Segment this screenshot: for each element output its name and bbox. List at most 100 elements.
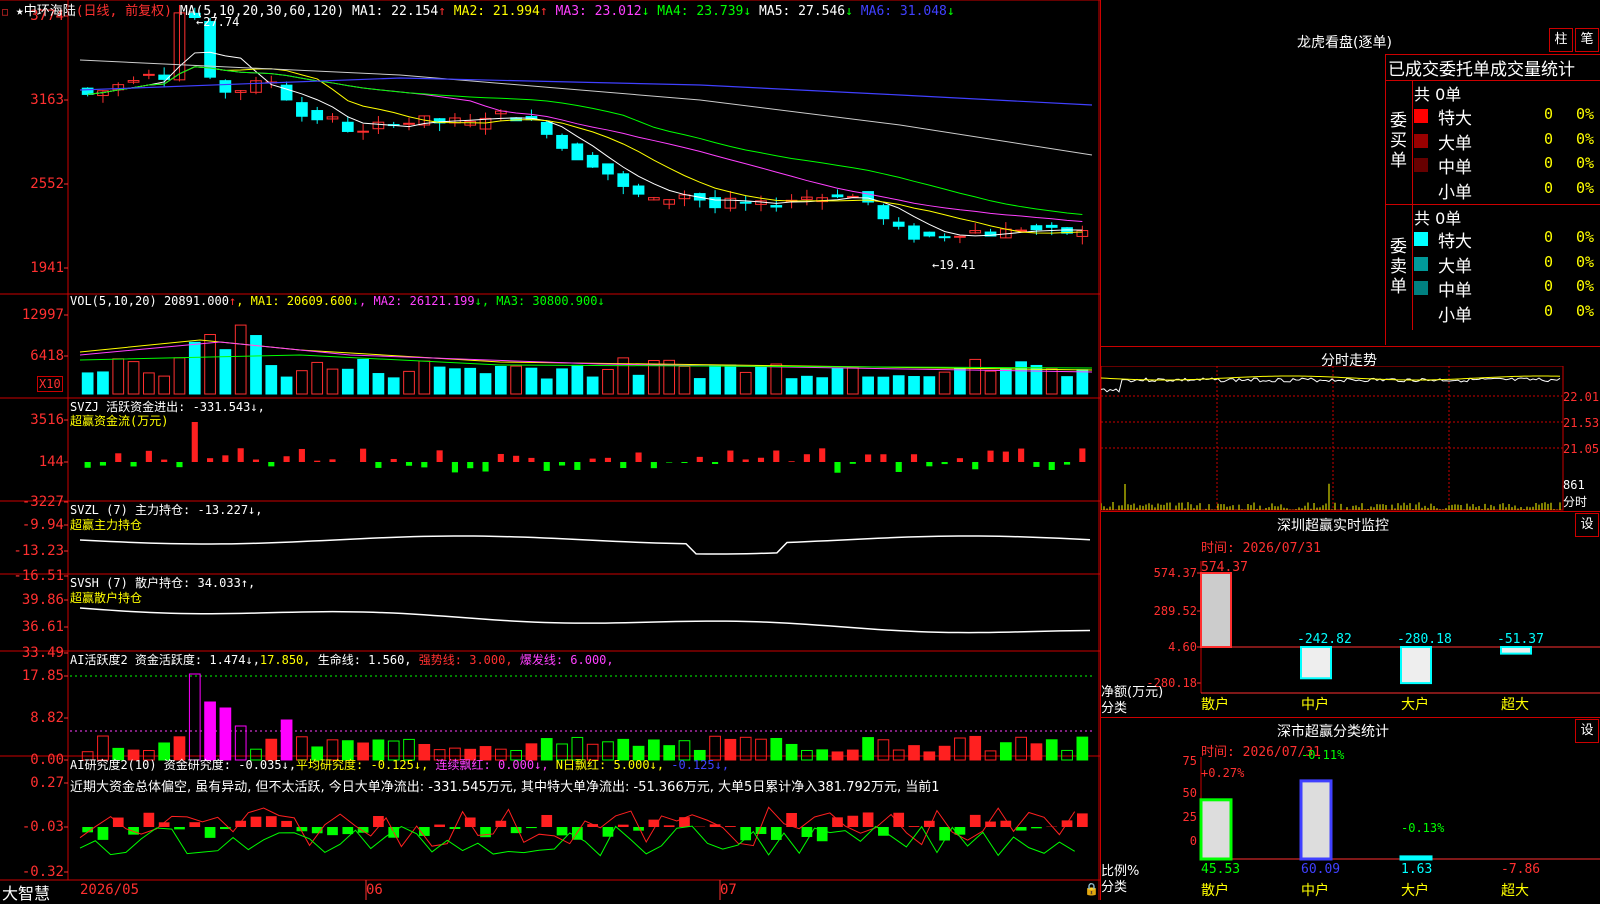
research-bar <box>128 827 139 835</box>
activity-bar <box>847 750 858 760</box>
flow-bar <box>590 459 596 462</box>
stats-chart: 755025045.53散户60.09中户1.63大户-7.86超大+0.27%… <box>1101 717 1600 900</box>
row-count: 0 <box>1544 277 1553 295</box>
stats-bar <box>1201 800 1231 859</box>
activity-bar <box>893 750 904 760</box>
row-name: 小单 <box>1438 178 1472 203</box>
candle-body <box>281 85 292 100</box>
flow-bar <box>421 462 427 467</box>
stats-bottom-label: -7.86 <box>1501 862 1540 877</box>
volume-bar <box>1062 377 1073 394</box>
flow-bar <box>329 459 335 462</box>
candle-body <box>220 81 231 93</box>
research-bar <box>985 822 996 827</box>
y-axis-label: -13.23 <box>13 543 64 559</box>
stats-axis-label: 50 <box>1183 786 1197 800</box>
activity-bar <box>863 738 874 760</box>
flow-bar <box>268 462 274 466</box>
candle-body <box>633 186 644 194</box>
research-bar <box>189 822 200 827</box>
flow-bar <box>1049 462 1055 470</box>
research-bar <box>909 826 920 827</box>
vol-ma-2: , MA2: 26121.199↓ <box>359 294 482 308</box>
y-axis-label: 8.82 <box>30 710 64 726</box>
research-bar <box>970 815 981 827</box>
volume-bar <box>557 369 568 394</box>
research-bar <box>205 827 216 838</box>
monitor-bar <box>1401 647 1431 683</box>
research-bar <box>358 827 369 833</box>
flow-bar <box>620 462 626 468</box>
monitor-axis-label: 4.60 <box>1168 640 1197 654</box>
activity-bar <box>1046 740 1057 760</box>
fenshi-chart[interactable] <box>1101 366 1600 516</box>
bar-mode-button[interactable]: 柱 <box>1549 28 1573 52</box>
order-row-中单: 中单00% <box>1414 153 1600 177</box>
research-bar <box>297 827 308 831</box>
flow-bar <box>651 462 657 468</box>
sell-label: 委卖单 <box>1390 237 1406 297</box>
buy-total: 共 0单 <box>1414 81 1461 105</box>
candle-body <box>955 236 966 237</box>
flow-bar <box>299 449 305 462</box>
research-bar <box>1077 813 1088 827</box>
period-mode[interactable]: (日线, 前复权) <box>76 4 172 19</box>
row-pct: 0% <box>1576 302 1594 320</box>
vol-ma-1: , MA1: 20609.600↓ <box>236 294 359 308</box>
flow-bar <box>452 462 458 472</box>
activity-bar <box>786 744 797 760</box>
volume-bar <box>541 379 552 394</box>
stats-bar <box>1401 857 1431 859</box>
volume-bar <box>450 369 461 394</box>
high-label: ←27.74 <box>196 15 239 29</box>
volume-bar <box>1046 369 1057 394</box>
volume-bar <box>832 368 843 394</box>
volume-bar <box>878 377 889 394</box>
volume-bar <box>434 367 445 394</box>
candle-body <box>618 174 629 187</box>
volume-bar <box>1016 362 1027 394</box>
flow-bar <box>987 451 993 462</box>
date-label-1: 2026/05 <box>80 882 139 898</box>
volume-bar <box>985 371 996 394</box>
flow-bar <box>804 454 810 462</box>
flow-bar <box>666 462 672 463</box>
volume-bar <box>174 358 185 394</box>
volume-bar <box>388 378 399 394</box>
flow-bar <box>605 458 611 462</box>
volume-bar <box>373 374 384 394</box>
tick-mode-button[interactable]: 笔 <box>1575 28 1599 52</box>
flow-bar <box>314 461 320 462</box>
volume-bar <box>939 372 950 394</box>
volume-bar <box>159 376 170 394</box>
fenshi-unit: 分时 <box>1563 493 1587 510</box>
row-count: 0 <box>1544 105 1553 123</box>
lock-icon[interactable]: 🔒 <box>1084 882 1099 896</box>
research-bar <box>541 815 552 827</box>
flow-bar <box>880 454 886 462</box>
flow-bar <box>727 451 733 462</box>
candle-body <box>939 237 950 238</box>
kline-panel[interactable]: 37743163255219411299764183516144-3227-9.… <box>0 0 1100 900</box>
stock-name[interactable]: 中环海陆 <box>24 4 76 19</box>
flow-bar <box>697 457 703 462</box>
activity-bar <box>802 750 813 760</box>
activity-bar <box>740 737 751 760</box>
sell-total: 共 0单 <box>1414 205 1461 229</box>
stats-category-label: 大户 <box>1401 882 1429 899</box>
flow-bar <box>834 462 840 473</box>
volume-bar <box>128 362 139 394</box>
fenshi-axis-1: 22.01 <box>1563 390 1599 404</box>
volume-bar <box>633 375 644 394</box>
research-bar <box>526 827 537 828</box>
volume-bar <box>266 366 277 394</box>
row-pct: 0% <box>1576 130 1594 148</box>
square-icon[interactable]: □ <box>2 7 8 18</box>
research-bar <box>603 827 614 837</box>
research-bar <box>98 827 109 840</box>
research-bar <box>725 826 736 827</box>
stats-axis-label: 75 <box>1183 754 1197 768</box>
stats-bottom-label: 1.63 <box>1401 862 1432 877</box>
flow-bar <box>972 462 978 469</box>
legend-square-icon <box>1414 281 1428 295</box>
